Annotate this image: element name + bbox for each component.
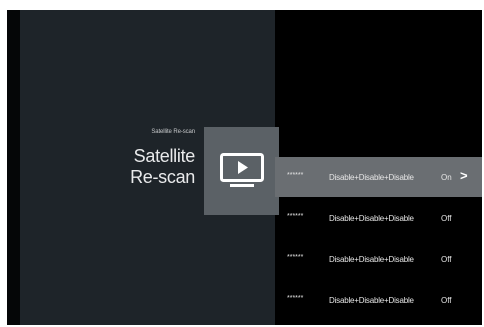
row-state: Off bbox=[441, 214, 452, 223]
row-state: Off bbox=[441, 255, 452, 264]
breadcrumb: Satellite Re-scan bbox=[151, 129, 195, 135]
row-id: ****** bbox=[287, 254, 304, 261]
left-panel: Satellite Re-scan Satellite Re-scan bbox=[20, 10, 279, 325]
tv-screen: Satellite Re-scan Satellite Re-scan ****… bbox=[7, 10, 482, 325]
page-title-line-1: Satellite bbox=[133, 146, 196, 166]
row-value: Disable+Disable+Disable bbox=[329, 296, 414, 305]
page-title: Satellite Re-scan bbox=[20, 146, 195, 188]
tv-play-icon bbox=[220, 153, 264, 187]
row-value: Disable+Disable+Disable bbox=[329, 255, 414, 264]
row-id: ****** bbox=[287, 213, 304, 220]
left-edge bbox=[7, 10, 20, 325]
page-title-line-2: Re-scan bbox=[130, 167, 195, 187]
row-value: Disable+Disable+Disable bbox=[329, 173, 414, 182]
list-item[interactable]: ****** Disable+Disable+Disable Off bbox=[275, 280, 482, 320]
row-state: On bbox=[441, 173, 452, 182]
list-item[interactable]: ****** Disable+Disable+Disable On > bbox=[275, 157, 482, 197]
list-item[interactable]: ****** Disable+Disable+Disable Off bbox=[275, 239, 482, 279]
row-state: Off bbox=[441, 296, 452, 305]
row-value: Disable+Disable+Disable bbox=[329, 214, 414, 223]
chevron-right-icon: > bbox=[460, 168, 468, 183]
list-item[interactable]: ****** Disable+Disable+Disable Off bbox=[275, 198, 482, 238]
row-id: ****** bbox=[287, 295, 304, 302]
category-tile bbox=[204, 127, 279, 215]
row-id: ****** bbox=[287, 172, 304, 179]
